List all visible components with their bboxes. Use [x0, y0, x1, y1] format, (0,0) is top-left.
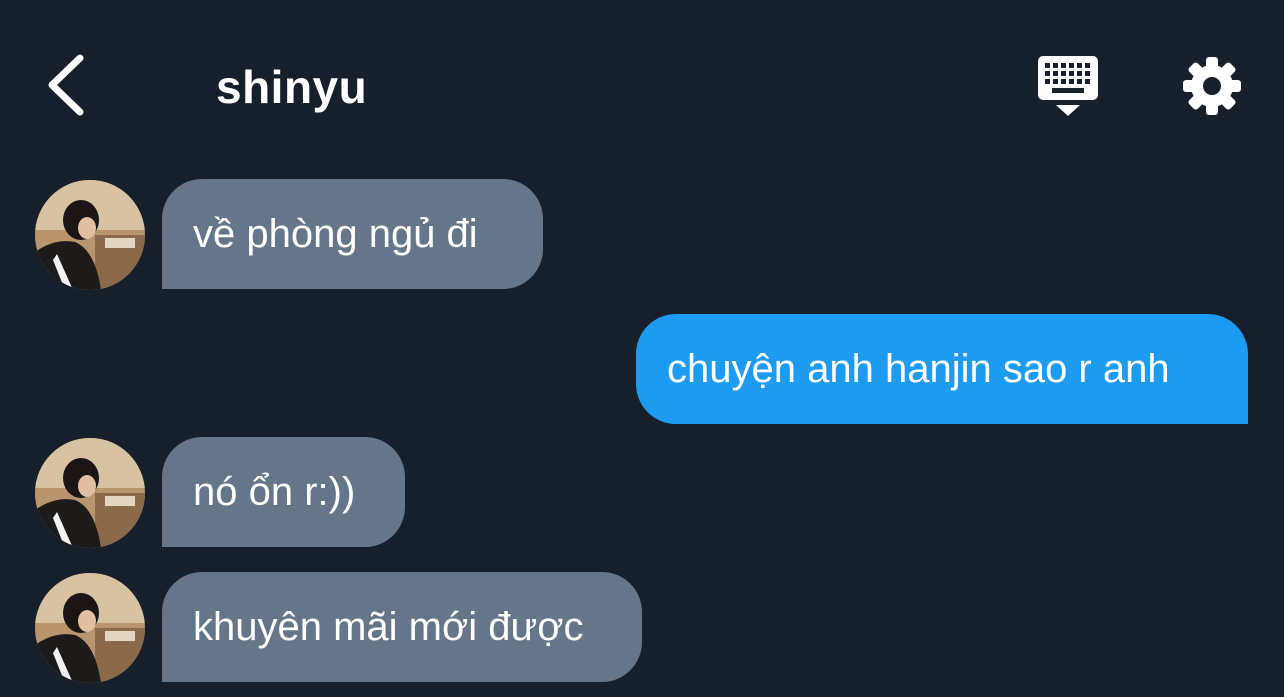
avatar[interactable] — [35, 180, 145, 290]
conversation-title: shinyu — [216, 61, 368, 113]
keyboard-button[interactable] — [1034, 55, 1102, 119]
avatar-photo — [35, 180, 145, 290]
avatar-photo — [35, 438, 145, 548]
message-bubble-outgoing[interactable]: chuyện anh hanjin sao r anh — [636, 314, 1248, 424]
avatar-photo — [35, 573, 145, 683]
chevron-left-icon — [48, 54, 84, 116]
message-text: chuyện anh hanjin sao r anh — [667, 347, 1170, 391]
avatar[interactable] — [35, 438, 145, 548]
back-button[interactable] — [38, 50, 98, 120]
avatar[interactable] — [35, 573, 145, 683]
message-text: nó ổn r:)) — [193, 470, 356, 514]
message-text: khuyên mãi mới được — [193, 605, 584, 649]
keyboard-icon — [1038, 56, 1098, 116]
chat-header: shinyu — [0, 0, 1284, 170]
settings-button[interactable] — [1180, 54, 1244, 118]
message-bubble-incoming[interactable]: về phòng ngủ đi — [162, 179, 543, 289]
gear-icon — [1183, 57, 1241, 115]
message-bubble-incoming[interactable]: nó ổn r:)) — [162, 437, 405, 547]
message-text: về phòng ngủ đi — [193, 212, 478, 256]
message-bubble-incoming[interactable]: khuyên mãi mới được — [162, 572, 642, 682]
